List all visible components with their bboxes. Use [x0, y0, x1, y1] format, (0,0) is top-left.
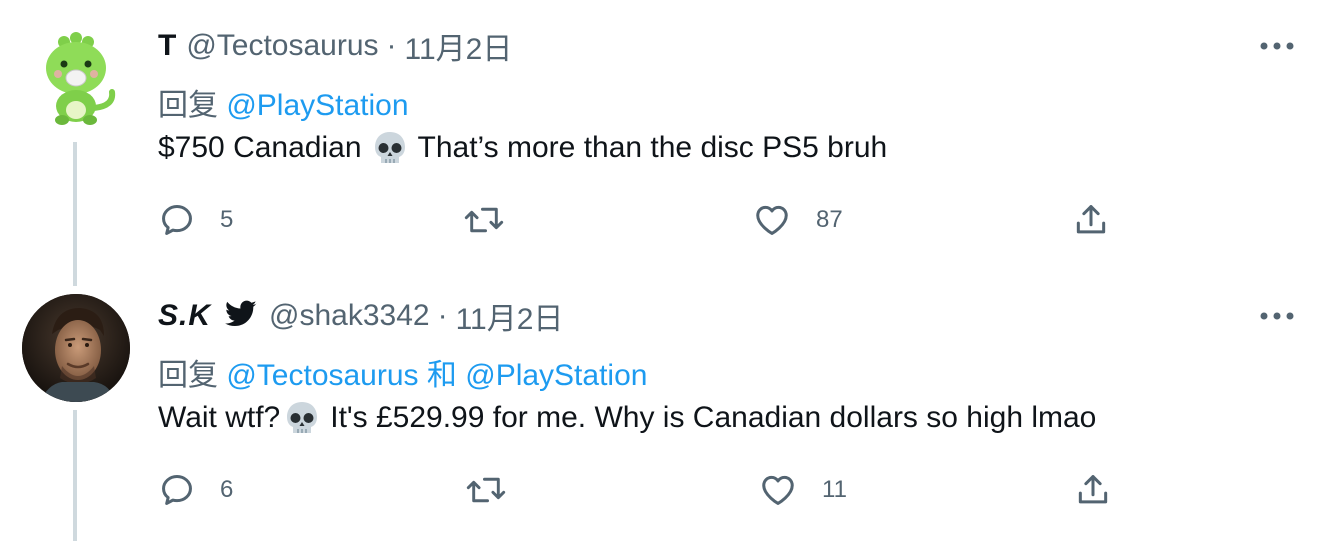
tweet-text-end: It's £529.99 for me. Why is Canadian dol… — [330, 401, 1097, 434]
thread-line — [73, 142, 77, 286]
tweet-actions: 6 11 — [158, 468, 1118, 512]
tweet-text: $750 Canadian That’s more than the disc … — [158, 126, 887, 170]
reply-count: 6 — [220, 476, 234, 503]
avatar[interactable] — [22, 294, 130, 402]
tweet-text: Wait wtf? It's £529.99 for me. Why is Ca… — [158, 396, 1096, 440]
separator-dot: · — [386, 29, 397, 62]
mention-link[interactable]: @PlayStation — [226, 89, 408, 122]
more-icon — [1260, 312, 1294, 320]
retweet-icon — [464, 207, 504, 233]
more-options-button[interactable] — [1257, 296, 1297, 336]
reply-count: 5 — [220, 206, 234, 233]
reply-icon — [162, 205, 192, 235]
reply-button[interactable]: 5 — [158, 198, 233, 242]
share-button[interactable] — [1074, 468, 1112, 512]
thread-line — [73, 410, 77, 541]
replying-to: 回复 @PlayStation — [158, 80, 409, 124]
skull-emoji-icon — [374, 132, 405, 163]
tweet-date[interactable]: 11月2日 — [405, 24, 513, 68]
mention-link[interactable]: @PlayStation — [465, 359, 647, 392]
mention-link[interactable]: @Tectosaurus — [226, 359, 418, 392]
display-name[interactable]: T — [158, 29, 176, 63]
more-options-button[interactable] — [1257, 26, 1297, 66]
tweet-text-end: That’s more than the disc PS5 bruh — [417, 131, 888, 164]
avatar[interactable] — [22, 22, 130, 130]
reply-icon — [162, 475, 192, 505]
more-icon — [1260, 42, 1294, 50]
share-button[interactable] — [1072, 198, 1110, 242]
retweet-icon — [466, 477, 506, 503]
dinosaur-avatar-icon — [46, 32, 116, 125]
like-button[interactable]: 11 — [758, 468, 847, 512]
user-handle[interactable]: @Tectosaurus — [186, 29, 378, 63]
share-icon — [1078, 475, 1108, 504]
reply-prefix: 回复 — [158, 89, 218, 122]
retweet-button[interactable] — [464, 198, 504, 242]
tweet-header: T @Tectosaurus · 11月2日 — [158, 26, 512, 66]
heart-icon — [762, 475, 794, 505]
like-count: 11 — [822, 476, 847, 503]
reply-button[interactable]: 6 — [158, 468, 233, 512]
tweet[interactable]: S.K @shak3342 · 11月2日 回复 @Tectosaurus 和 … — [0, 270, 1321, 541]
like-button[interactable]: 87 — [752, 198, 843, 242]
like-count: 87 — [816, 206, 843, 233]
tweet-text-start: $750 Canadian — [158, 131, 362, 164]
replying-to: 回复 @Tectosaurus 和 @PlayStation — [158, 350, 647, 394]
tweet[interactable]: T @Tectosaurus · 11月2日 回复 @PlayStation $… — [0, 0, 1321, 286]
tweet-date[interactable]: 11月2日 — [456, 294, 564, 338]
tweet-actions: 5 87 — [158, 198, 1118, 242]
mention-joiner: 和 — [426, 359, 457, 392]
display-name[interactable]: S.K — [158, 299, 211, 333]
twitter-bird-icon — [225, 300, 257, 333]
heart-icon — [756, 205, 788, 235]
user-handle[interactable]: @shak3342 — [269, 299, 430, 333]
user-portrait-icon — [22, 294, 130, 402]
separator-dot: · — [437, 299, 448, 332]
tweet-header: S.K @shak3342 · 11月2日 — [158, 296, 563, 336]
retweet-button[interactable] — [466, 468, 506, 512]
reply-prefix: 回复 — [158, 359, 218, 392]
skull-emoji-icon — [287, 402, 318, 433]
share-icon — [1076, 205, 1106, 234]
tweet-text-start: Wait wtf? — [158, 401, 281, 434]
